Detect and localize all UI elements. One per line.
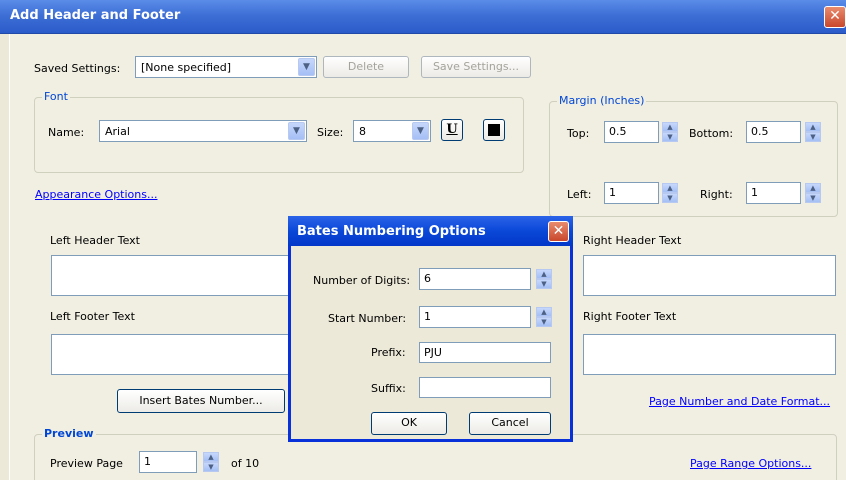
right-header-input[interactable]	[583, 255, 836, 296]
number-of-digits-label: Number of Digits:	[313, 274, 411, 287]
number-of-digits-value: 6	[424, 272, 431, 285]
underline-icon: U	[446, 122, 458, 137]
chevron-down-icon[interactable]: ▼	[662, 193, 678, 203]
margin-right-value: 1	[751, 186, 758, 199]
preview-page-value: 1	[144, 455, 151, 468]
margin-group: Margin (Inches) Top: 0.5 ▲ ▼ Bottom: 0.5 …	[549, 94, 838, 217]
chevron-up-icon[interactable]: ▲	[805, 183, 821, 193]
margin-right-label: Right:	[700, 188, 733, 201]
chevron-up-icon[interactable]: ▲	[536, 269, 552, 279]
start-number-value: 1	[424, 310, 431, 323]
right-footer-input[interactable]	[583, 334, 836, 375]
font-name-select[interactable]: Arial ▼	[99, 120, 307, 142]
start-number-spinner[interactable]: ▲ ▼	[536, 307, 552, 327]
preview-of-text: of 10	[231, 457, 260, 470]
bates-dialog-title: Bates Numbering Options	[297, 224, 486, 239]
preview-page-input[interactable]: 1	[139, 451, 197, 473]
preview-page-spinner[interactable]: ▲ ▼	[203, 452, 219, 472]
right-footer-label: Right Footer Text	[583, 310, 677, 323]
font-group: Font Name: Arial ▼ Size: 8 ▼ U	[34, 90, 524, 173]
margin-left-input[interactable]: 1	[604, 182, 659, 204]
font-name-label: Name:	[48, 126, 85, 139]
prefix-input[interactable]: PJU	[419, 342, 551, 363]
chevron-up-icon[interactable]: ▲	[662, 183, 678, 193]
font-color-button[interactable]	[483, 119, 505, 141]
page-number-date-format-link[interactable]: Page Number and Date Format...	[649, 395, 830, 408]
font-name-value: Arial	[105, 125, 130, 138]
chevron-down-icon[interactable]: ▼	[536, 279, 552, 289]
font-size-select[interactable]: 8 ▼	[353, 120, 431, 142]
chevron-down-icon[interactable]: ▼	[412, 122, 429, 140]
font-group-title: Font	[42, 90, 70, 103]
chevron-down-icon[interactable]: ▼	[298, 58, 315, 76]
chevron-down-icon[interactable]: ▼	[536, 317, 552, 327]
chevron-down-icon[interactable]: ▼	[805, 132, 821, 142]
margin-top-spinner[interactable]: ▲ ▼	[662, 122, 678, 142]
margin-left-spinner[interactable]: ▲ ▼	[662, 183, 678, 203]
close-icon[interactable]: ✕	[548, 221, 569, 242]
margin-top-input[interactable]: 0.5	[604, 121, 659, 143]
margin-bottom-label: Bottom:	[689, 127, 734, 140]
chevron-down-icon[interactable]: ▼	[805, 193, 821, 203]
underline-button[interactable]: U	[441, 119, 463, 141]
bates-dialog-titlebar: Bates Numbering Options ✕	[288, 216, 573, 246]
cancel-button[interactable]: Cancel	[469, 412, 551, 435]
suffix-label: Suffix:	[371, 382, 406, 395]
left-header-input[interactable]	[51, 255, 301, 296]
preview-group-title: Preview	[42, 427, 96, 440]
color-swatch-icon	[488, 124, 500, 136]
appearance-options-link[interactable]: Appearance Options...	[35, 188, 157, 201]
chevron-up-icon[interactable]: ▲	[805, 122, 821, 132]
close-icon[interactable]: ✕	[824, 6, 846, 28]
suffix-input[interactable]	[419, 377, 551, 398]
chevron-down-icon[interactable]: ▼	[288, 122, 305, 140]
margin-right-spinner[interactable]: ▲ ▼	[805, 183, 821, 203]
left-header-label: Left Header Text	[50, 234, 140, 247]
prefix-value: PJU	[424, 346, 442, 359]
chevron-up-icon[interactable]: ▲	[662, 122, 678, 132]
left-footer-label: Left Footer Text	[50, 310, 135, 323]
right-header-label: Right Header Text	[583, 234, 682, 247]
margin-bottom-input[interactable]: 0.5	[746, 121, 801, 143]
left-footer-input[interactable]	[51, 334, 301, 375]
ok-button[interactable]: OK	[371, 412, 447, 435]
margin-group-title: Margin (Inches)	[557, 94, 647, 107]
margin-top-label: Top:	[567, 127, 590, 140]
saved-settings-label: Saved Settings:	[34, 62, 121, 75]
page-range-options-link[interactable]: Page Range Options...	[690, 457, 811, 470]
insert-bates-number-button[interactable]: Insert Bates Number...	[117, 389, 285, 413]
window-title: Add Header and Footer	[10, 8, 181, 23]
margin-bottom-value: 0.5	[751, 125, 769, 138]
chevron-down-icon[interactable]: ▼	[662, 132, 678, 142]
preview-page-label: Preview Page	[50, 457, 123, 470]
saved-settings-select[interactable]: [None specified] ▼	[135, 56, 317, 78]
number-of-digits-input[interactable]: 6	[419, 268, 531, 290]
save-settings-button[interactable]: Save Settings...	[421, 56, 531, 78]
margin-left-value: 1	[609, 186, 616, 199]
margin-right-input[interactable]: 1	[746, 182, 801, 204]
margin-bottom-spinner[interactable]: ▲ ▼	[805, 122, 821, 142]
chevron-up-icon[interactable]: ▲	[203, 452, 219, 462]
margin-top-value: 0.5	[609, 125, 627, 138]
delete-button[interactable]: Delete	[323, 56, 409, 78]
font-size-value: 8	[359, 125, 366, 138]
chevron-up-icon[interactable]: ▲	[536, 307, 552, 317]
bates-numbering-dialog: Bates Numbering Options ✕ Number of Digi…	[288, 216, 573, 442]
chevron-down-icon[interactable]: ▼	[203, 462, 219, 472]
window-titlebar: Add Header and Footer ✕	[0, 0, 846, 34]
margin-left-label: Left:	[567, 188, 592, 201]
number-of-digits-spinner[interactable]: ▲ ▼	[536, 269, 552, 289]
saved-settings-value: [None specified]	[141, 61, 232, 74]
start-number-input[interactable]: 1	[419, 306, 531, 328]
prefix-label: Prefix:	[371, 346, 406, 359]
start-number-label: Start Number:	[328, 312, 407, 325]
font-size-label: Size:	[317, 126, 344, 139]
